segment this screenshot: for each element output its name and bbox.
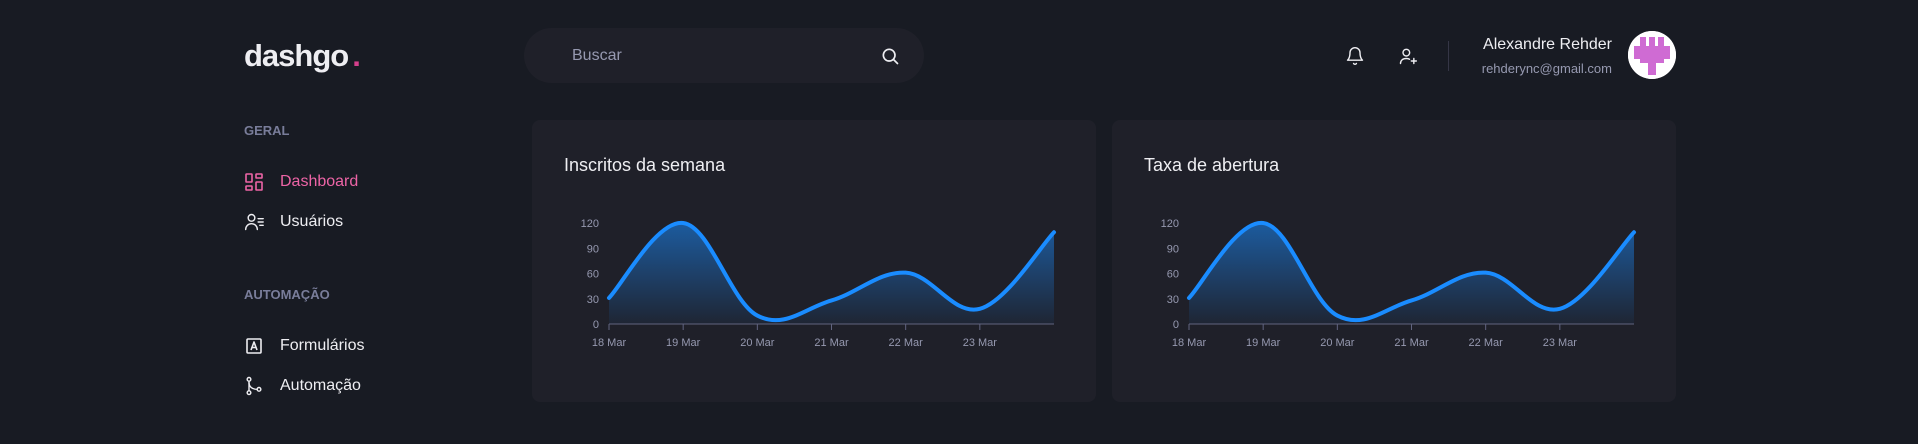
x-tick-label: 18 Mar [1172, 337, 1207, 349]
sidebar-item-automacao[interactable]: Automação [244, 376, 361, 396]
header-divider [1448, 41, 1449, 71]
sidebar-section-geral: GERAL [244, 123, 290, 138]
x-tick-label: 22 Mar [1469, 337, 1504, 349]
sidebar-section-automacao: AUTOMAÇÃO [244, 287, 330, 302]
data-point [1484, 271, 1488, 275]
profile-name: Alexandre Rehder [1483, 36, 1612, 53]
chart-card-taxa-abertura: Taxa de abertura 18 Mar 19 Mar 20 Mar 21 Ma… [1112, 120, 1676, 402]
x-tick-label: 21 Mar [1394, 337, 1429, 349]
x-tick-label: 22 Mar [889, 337, 924, 349]
bell-icon[interactable] [1343, 44, 1367, 68]
user-plus-icon[interactable] [1396, 44, 1420, 68]
logo-text: dashgo [244, 38, 349, 73]
data-point [1187, 296, 1191, 300]
y-tick-label: 30 [587, 294, 599, 306]
git-merge-icon [244, 376, 264, 396]
sidebar-item-label: Dashboard [280, 173, 359, 190]
logo-dot: . [352, 38, 361, 73]
sidebar-item-usuarios[interactable]: Usuários [244, 212, 343, 232]
data-point [607, 296, 611, 300]
data-point [1335, 314, 1339, 318]
x-tick-label: 19 Mar [666, 337, 701, 349]
data-point [1261, 221, 1265, 225]
y-tick-label: 120 [581, 218, 599, 230]
x-tick-label: 23 Mar [1543, 337, 1578, 349]
x-tick-label: 21 Mar [814, 337, 849, 349]
y-tick-label: 30 [1167, 294, 1179, 306]
logo: dashgo. [244, 38, 361, 74]
data-point [830, 298, 834, 302]
x-tick-label: 18 Mar [592, 337, 627, 349]
y-tick-label: 90 [1167, 243, 1179, 255]
data-point [1632, 230, 1636, 234]
chart-taxa-abertura: 18 Mar 19 Mar 20 Mar 21 Mar 22 Mar 23 Mar 0 30 6… [1161, 218, 1636, 349]
data-point [1558, 307, 1562, 311]
dashboard-icon [244, 172, 264, 192]
data-point [1052, 230, 1056, 234]
chart-inscritos: 18 Mar 19 Mar 20 Mar 21 Mar 22 Mar 23 Mar 0 30 6… [581, 218, 1056, 349]
search-input[interactable] [572, 46, 880, 65]
x-tick-label: 19 Mar [1246, 337, 1281, 349]
form-icon [244, 336, 264, 356]
y-tick-label: 60 [587, 269, 599, 281]
x-tick-label: 20 Mar [1320, 337, 1355, 349]
sidebar-item-formularios[interactable]: Formulários [244, 336, 364, 356]
y-tick-label: 60 [1167, 269, 1179, 281]
data-point [1410, 298, 1414, 302]
data-point [755, 314, 759, 318]
x-tick-label: 20 Mar [740, 337, 775, 349]
sidebar-item-label: Usuários [280, 213, 344, 230]
series-area [609, 222, 1054, 324]
x-tick-label: 23 Mar [963, 337, 998, 349]
sidebar-item-dashboard[interactable]: Dashboard [244, 172, 358, 192]
search-bar[interactable] [524, 28, 924, 83]
users-icon [244, 212, 264, 232]
data-point [978, 307, 982, 311]
series-area [1189, 222, 1634, 324]
y-tick-label: 0 [1173, 319, 1179, 331]
data-point [904, 271, 908, 275]
chart-card-inscritos: Inscritos da semana 18 Mar 19 Mar 20 Mar 21… [532, 120, 1096, 402]
avatar[interactable] [1628, 31, 1676, 79]
sidebar-item-label: Automação [280, 377, 361, 394]
data-point [681, 221, 685, 225]
profile-email: rehderync@gmail.com [1481, 61, 1612, 76]
search-icon[interactable] [880, 46, 900, 66]
sidebar-item-label: Formulários [280, 337, 365, 354]
y-tick-label: 0 [593, 319, 599, 331]
y-tick-label: 90 [587, 243, 599, 255]
y-tick-label: 120 [1161, 218, 1179, 230]
